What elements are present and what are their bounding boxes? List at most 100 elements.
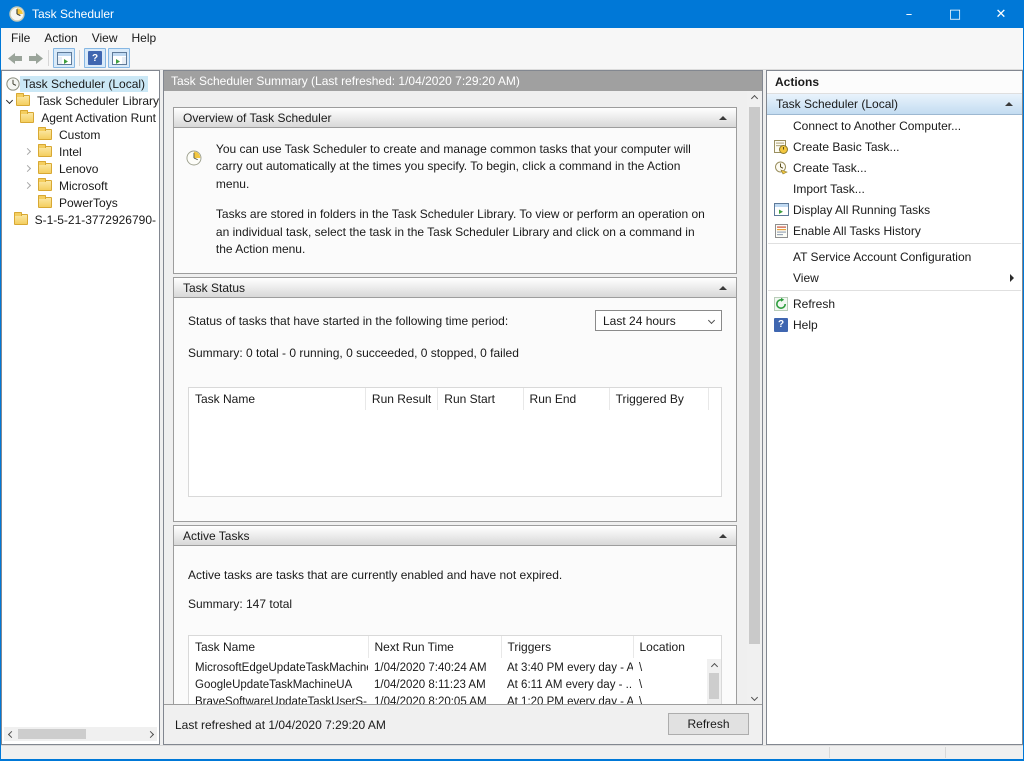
- column-header[interactable]: Run Start: [438, 388, 523, 410]
- column-header[interactable]: Next Run Time: [368, 636, 501, 658]
- refresh-button[interactable]: Refresh: [668, 713, 749, 735]
- tree-item-task-scheduler-local[interactable]: Task Scheduler (Local): [2, 75, 159, 92]
- column-header[interactable]: Location: [633, 636, 721, 658]
- tree-item-folder[interactable]: Intel: [2, 143, 159, 160]
- column-header[interactable]: Run Result: [365, 388, 437, 410]
- forward-button[interactable]: [25, 49, 45, 67]
- action-import-task[interactable]: Import Task...: [767, 178, 1022, 199]
- triggers-cell: At 3:40 PM every day - A...: [501, 662, 633, 674]
- forward-arrow-icon: [28, 53, 43, 64]
- table-row[interactable]: BraveSoftwareUpdateTaskUserS-1-... 1/04/…: [189, 693, 707, 704]
- expander-right-icon[interactable]: [20, 149, 34, 154]
- scrollbar-thumb[interactable]: [709, 673, 719, 699]
- scroll-left-icon[interactable]: [4, 727, 18, 741]
- minimize-button[interactable]: –: [886, 0, 932, 28]
- action-item-label: Create Task...: [793, 161, 867, 175]
- menu-file[interactable]: File: [4, 28, 37, 47]
- column-header[interactable]: Task Name: [189, 636, 368, 658]
- action-create-basic-task[interactable]: Create Basic Task...: [767, 136, 1022, 157]
- actions-panel: Actions Task Scheduler (Local) Connect t…: [766, 70, 1023, 745]
- back-button[interactable]: [5, 49, 25, 67]
- tree-item-folder[interactable]: Custom: [2, 126, 159, 143]
- display-running-tasks-icon: [772, 203, 790, 216]
- tree-item-folder[interactable]: PowerToys: [2, 194, 159, 211]
- active-tasks-section-header[interactable]: Active Tasks: [174, 526, 736, 546]
- actions-group-label: Task Scheduler (Local): [776, 97, 1005, 111]
- action-help[interactable]: ? Help: [767, 314, 1022, 335]
- maximize-button[interactable]: □: [932, 0, 978, 28]
- submenu-arrow-icon: [1010, 274, 1014, 282]
- help-toolbar-button[interactable]: ?: [84, 48, 106, 68]
- title-bar: Task Scheduler – □ ✕: [0, 0, 1024, 28]
- active-tasks-summary: Summary: 147 total: [188, 597, 722, 611]
- scrollbar-thumb[interactable]: [749, 107, 760, 644]
- folder-icon: [14, 214, 28, 225]
- close-button[interactable]: ✕: [978, 0, 1024, 28]
- action-refresh[interactable]: Refresh: [767, 293, 1022, 314]
- action-connect-to-another-computer[interactable]: Connect to Another Computer...: [767, 115, 1022, 136]
- action-display-all-running-tasks[interactable]: Display All Running Tasks: [767, 199, 1022, 220]
- scroll-down-icon[interactable]: [747, 690, 761, 704]
- scope-tree: Task Scheduler (Local) Task Scheduler Li…: [2, 71, 159, 711]
- create-task-icon: [772, 161, 790, 175]
- time-period-label: Status of tasks that have started in the…: [188, 314, 508, 328]
- action-item-label: View: [793, 271, 819, 285]
- tree-horizontal-scrollbar[interactable]: [4, 727, 157, 741]
- expander-right-icon[interactable]: [20, 183, 34, 188]
- scroll-right-icon[interactable]: [143, 727, 157, 741]
- active-tasks-table: Task Name Next Run Time Triggers Locatio…: [188, 635, 722, 704]
- time-period-select[interactable]: Last 24 hours: [595, 310, 722, 331]
- collapse-icon[interactable]: [1005, 102, 1013, 106]
- overview-paragraph-1: You can use Task Scheduler to create and…: [216, 141, 714, 193]
- active-tasks-vertical-scrollbar[interactable]: [707, 659, 721, 704]
- action-item-label: AT Service Account Configuration: [793, 250, 971, 264]
- action-item-label: Create Basic Task...: [793, 140, 900, 154]
- next-run-cell: 1/04/2020 8:20:05 AM: [368, 696, 501, 704]
- menu-view[interactable]: View: [85, 28, 125, 47]
- action-enable-all-tasks-history[interactable]: Enable All Tasks History: [767, 220, 1022, 241]
- tree-item-folder[interactable]: Lenovo: [2, 160, 159, 177]
- collapse-icon[interactable]: [719, 534, 727, 538]
- tree-item-folder[interactable]: S-1-5-21-3772926790-: [2, 211, 159, 228]
- summary-footer: Last refreshed at 1/04/2020 7:29:20 AM R…: [164, 704, 762, 744]
- table-row[interactable]: GoogleUpdateTaskMachineUA 1/04/2020 8:11…: [189, 676, 707, 693]
- action-item-label: Import Task...: [793, 182, 865, 196]
- scrollbar-thumb[interactable]: [18, 729, 86, 739]
- folder-icon: [38, 197, 52, 208]
- summary-vertical-scrollbar[interactable]: [747, 91, 762, 704]
- table-row[interactable]: MicrosoftEdgeUpdateTaskMachine... 1/04/2…: [189, 659, 707, 676]
- column-header[interactable]: Task Name: [189, 388, 365, 410]
- expander-down-icon[interactable]: [2, 98, 16, 103]
- menu-help[interactable]: Help: [125, 28, 164, 47]
- summary-header: Task Scheduler Summary (Last refreshed: …: [164, 71, 762, 91]
- scroll-up-icon[interactable]: [747, 91, 761, 105]
- tree-item-label: S-1-5-21-3772926790-: [32, 212, 159, 228]
- summary-panel: Task Scheduler Summary (Last refreshed: …: [163, 70, 763, 745]
- overview-section-header[interactable]: Overview of Task Scheduler: [174, 108, 736, 128]
- action-at-service-account-configuration[interactable]: AT Service Account Configuration: [767, 246, 1022, 267]
- collapse-icon[interactable]: [719, 116, 727, 120]
- tree-item-folder[interactable]: Agent Activation Runt: [2, 109, 159, 126]
- column-header[interactable]: Triggers: [501, 636, 633, 658]
- show-action-pane-button[interactable]: [108, 48, 130, 68]
- folder-icon: [38, 163, 52, 174]
- active-tasks-description: Active tasks are tasks that are currentl…: [188, 568, 722, 582]
- actions-group-header[interactable]: Task Scheduler (Local): [767, 94, 1022, 115]
- action-pane-icon: [112, 52, 127, 65]
- menu-action[interactable]: Action: [37, 28, 84, 47]
- console-tree-panel: Task Scheduler (Local) Task Scheduler Li…: [1, 70, 160, 745]
- column-header[interactable]: Triggered By: [609, 388, 708, 410]
- window-title: Task Scheduler: [32, 7, 114, 21]
- tree-item-task-scheduler-library[interactable]: Task Scheduler Library: [2, 92, 159, 109]
- task-status-section-header[interactable]: Task Status: [174, 278, 736, 298]
- scroll-up-icon[interactable]: [707, 659, 721, 673]
- show-console-tree-button[interactable]: [53, 48, 75, 68]
- action-create-task[interactable]: Create Task...: [767, 157, 1022, 178]
- column-header[interactable]: Run End: [523, 388, 609, 410]
- summary-body: Overview of Task Scheduler You can use T…: [164, 91, 762, 704]
- collapse-icon[interactable]: [719, 286, 727, 290]
- tree-item-label: Intel: [56, 144, 85, 160]
- tree-item-folder[interactable]: Microsoft: [2, 177, 159, 194]
- action-view[interactable]: View: [767, 267, 1022, 288]
- expander-right-icon[interactable]: [20, 166, 34, 171]
